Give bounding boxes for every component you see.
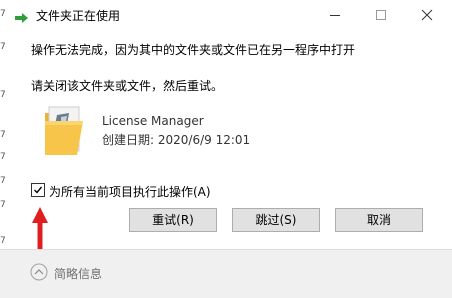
maximize-icon [376, 10, 386, 20]
close-icon [421, 9, 433, 21]
folder-icon [43, 103, 95, 157]
edge-char: 7 [0, 152, 6, 162]
retry-button[interactable]: 重试(R) [129, 208, 217, 232]
window-title: 文件夹正在使用 [36, 9, 121, 23]
edge-char: 7 [0, 130, 6, 140]
move-arrow-icon [14, 9, 30, 23]
dialog-footer: 简略信息 [0, 249, 452, 298]
title-bar[interactable]: 文件夹正在使用 [0, 0, 452, 30]
checkmark-icon [34, 186, 43, 194]
red-annotation-arrow [30, 205, 50, 253]
close-button[interactable] [404, 0, 450, 30]
fewer-details-label: 简略信息 [54, 267, 103, 281]
minimize-icon [330, 15, 340, 16]
error-message: 操作无法完成，因为其中的文件夹或文件已在另一程序中打开 [31, 43, 356, 57]
cancel-button[interactable]: 取消 [335, 208, 423, 232]
edge-char: 7 [0, 42, 6, 52]
skip-button[interactable]: 跳过(S) [232, 208, 320, 232]
instruction-message: 请关闭该文件夹或文件，然后重试。 [31, 79, 224, 93]
folder-in-use-dialog: 7 7 7 7 7 7 7 7 7 7 文件夹正在使用 [0, 0, 452, 298]
edge-char: 7 [0, 90, 6, 100]
edge-char: 7 [0, 176, 6, 186]
file-name: License Manager [102, 114, 204, 128]
file-created-date: 创建日期: 2020/6/9 12:01 [102, 133, 251, 147]
minimize-button[interactable] [312, 0, 358, 30]
apply-to-all-checkbox[interactable] [31, 183, 45, 197]
maximize-button[interactable] [358, 0, 404, 30]
apply-to-all-label[interactable]: 为所有当前项目执行此操作(A) [49, 183, 211, 200]
chevron-up-icon [30, 263, 48, 281]
edge-char: 7 [0, 200, 6, 210]
edge-char: 7 [0, 236, 6, 246]
